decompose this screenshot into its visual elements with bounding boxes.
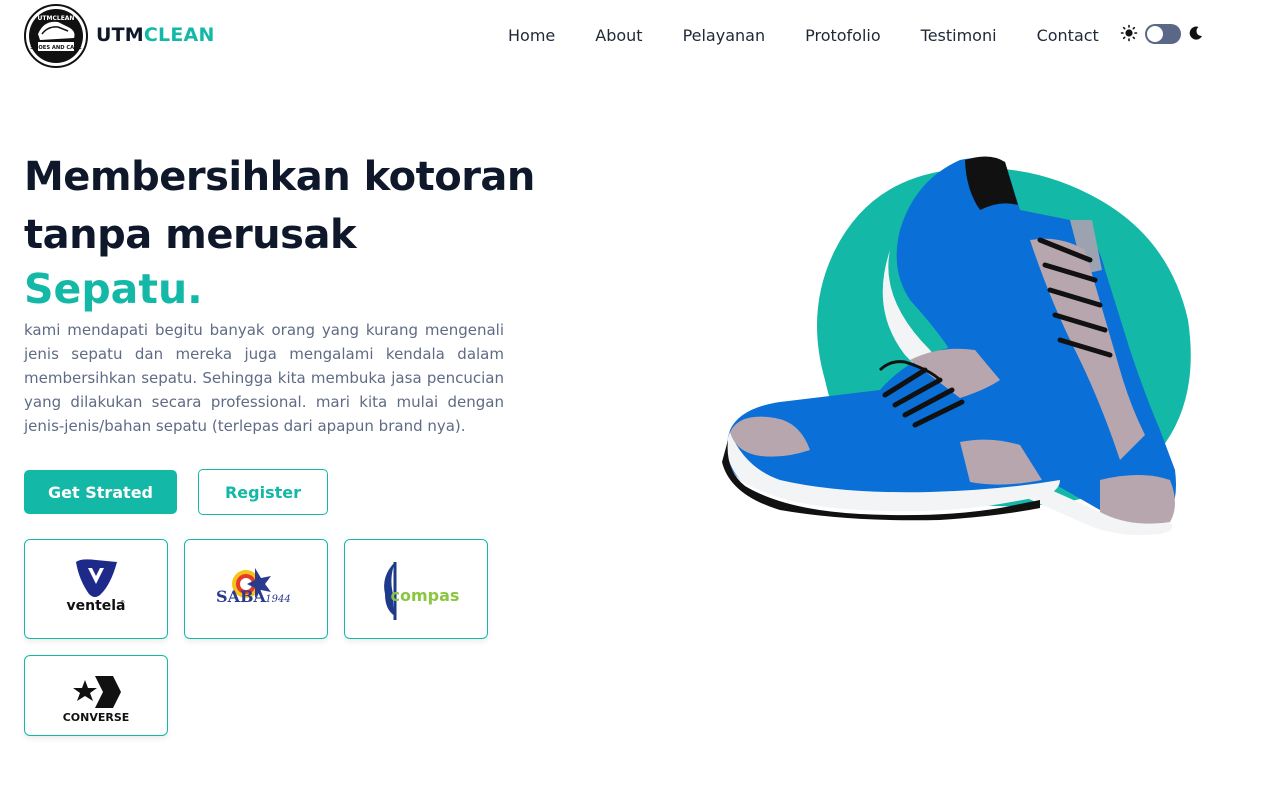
brand-name-part2: CLEAN [143, 24, 215, 46]
navbar: UTMCLEAN SHOES AND CARE UTMCLEAN Home Ab… [0, 0, 1280, 72]
svg-text:compas: compas [391, 586, 460, 605]
nav-item-about[interactable]: About [595, 26, 642, 45]
hero-description: kami mendapati begitu banyak orang yang … [24, 321, 504, 435]
brand-name-part1: UTM [96, 24, 144, 46]
nav-item-home[interactable]: Home [508, 26, 555, 45]
brand-card-ventela[interactable]: ventela ® [24, 539, 168, 639]
theme-switch[interactable] [1145, 24, 1181, 44]
theme-toggle[interactable] [1120, 22, 1210, 48]
brand-card-saba[interactable]: SABA 1944 [184, 539, 328, 639]
nav-item-protofolio[interactable]: Protofolio [805, 26, 881, 45]
svg-text:CONVERSE: CONVERSE [63, 711, 130, 724]
main-nav: Home About Pelayanan Protofolio Testimon… [508, 26, 1139, 45]
hero-shoe-image [700, 150, 1220, 540]
hero-accent-word: Sepatu. [24, 265, 203, 313]
svg-text:ventela: ventela [66, 598, 125, 614]
hero-title-line1: Membersihkan kotoran [24, 154, 535, 200]
nav-item-contact[interactable]: Contact [1037, 26, 1099, 45]
nav-item-pelayanan[interactable]: Pelayanan [683, 26, 766, 45]
svg-text:®: ® [120, 599, 125, 606]
site-logo[interactable]: UTMCLEAN SHOES AND CARE [24, 4, 88, 68]
ventela-logo: ventela ® [66, 559, 126, 614]
register-button[interactable]: Register [198, 469, 328, 515]
sun-icon [1120, 24, 1138, 42]
svg-text:SHOES AND CARE: SHOES AND CARE [30, 45, 82, 51]
hero-title: Membersihkan kotoran tanpa merusak [24, 148, 544, 264]
saba-logo: SABA 1944 [216, 568, 291, 606]
compas-logo: compas [384, 562, 460, 620]
brand-card-converse[interactable]: CONVERSE [24, 655, 168, 736]
brand-card-compas[interactable]: compas [344, 539, 488, 639]
moon-icon [1187, 24, 1205, 42]
brand-name[interactable]: UTMCLEAN [96, 24, 215, 46]
theme-switch-knob [1147, 26, 1163, 42]
nav-item-testimoni[interactable]: Testimoni [921, 26, 997, 45]
hero-title-line2: tanpa merusak [24, 212, 357, 258]
svg-text:SABA: SABA [216, 587, 266, 606]
converse-logo: CONVERSE [63, 675, 130, 724]
get-started-button[interactable]: Get Strated [24, 470, 177, 514]
svg-text:UTMCLEAN: UTMCLEAN [38, 15, 75, 22]
svg-text:1944: 1944 [265, 594, 290, 605]
